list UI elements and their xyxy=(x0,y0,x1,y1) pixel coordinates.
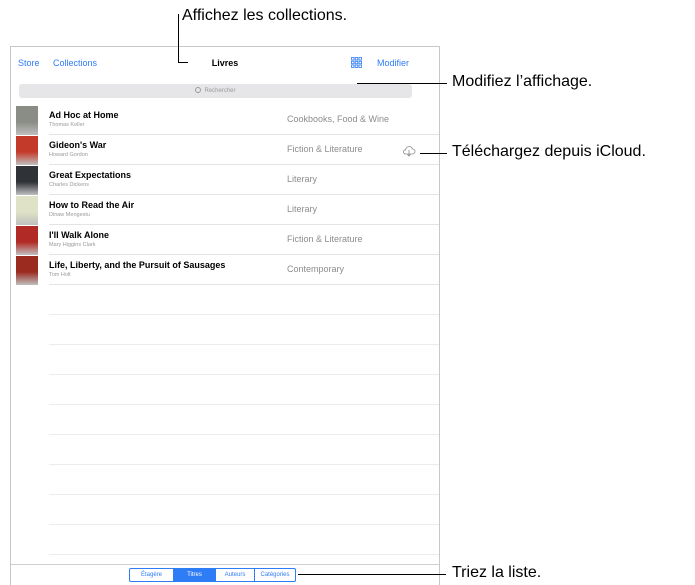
empty-row-separator xyxy=(49,314,439,315)
ibooks-screen: Store Collections Livres Modifier Recher… xyxy=(10,46,440,585)
book-category: Fiction & Literature xyxy=(287,234,363,244)
book-category: Cookbooks, Food & Wine xyxy=(287,114,390,124)
navigation-bar: Store Collections Livres Modifier xyxy=(11,47,439,79)
book-category: Fiction & Literature xyxy=(287,144,363,154)
sort-tab[interactable]: Catégories xyxy=(254,569,295,581)
book-cover xyxy=(16,136,38,165)
book-author: Thomas Keller xyxy=(49,122,85,128)
sort-tab[interactable]: Étagère xyxy=(130,569,173,581)
empty-row-separator xyxy=(49,434,439,435)
callout-line-icloud xyxy=(420,153,447,154)
book-category: Contemporary xyxy=(287,264,345,274)
callout-collections: Affichez les collections. xyxy=(182,7,348,24)
callout-tri: Triez la liste. xyxy=(452,564,542,581)
page-title: Livres xyxy=(211,58,239,68)
callout-affichage: Modifiez l’affichage. xyxy=(452,73,593,90)
callout-tick-collections xyxy=(178,62,188,63)
book-cover xyxy=(16,226,38,255)
book-author: Dinaw Mengestu xyxy=(49,212,90,218)
callout-icloud: Téléchargez depuis iCloud. xyxy=(452,143,646,160)
sort-segmented-control: Étagère Titres Auteurs Catégories xyxy=(129,568,296,582)
book-title: Great Expectations xyxy=(49,170,132,180)
search-icon xyxy=(195,87,202,93)
edit-button[interactable]: Modifier xyxy=(377,58,409,68)
table-row[interactable]: Ad Hoc at Home Thomas Keller Cookbooks, Fo… xyxy=(11,105,439,135)
callout-line-affichage xyxy=(357,83,447,84)
empty-row-separator xyxy=(49,554,439,555)
empty-row-separator xyxy=(49,344,439,345)
row-separator xyxy=(49,284,439,285)
callout-line-collections xyxy=(178,14,179,62)
book-title: How to Read the Air xyxy=(49,200,135,210)
icloud-download-icon[interactable] xyxy=(402,145,416,157)
empty-row-separator xyxy=(49,524,439,525)
book-title: I'll Walk Alone xyxy=(49,230,109,240)
empty-row-separator xyxy=(49,494,439,495)
search-placeholder: Rechercher xyxy=(204,88,236,94)
book-title: Ad Hoc at Home xyxy=(49,110,119,120)
book-cover xyxy=(16,256,38,285)
table-row[interactable]: Gideon's War Howard Gordon Fiction & Liter… xyxy=(11,135,439,165)
sort-tab[interactable]: Auteurs xyxy=(215,569,254,581)
book-author: Tom Holt xyxy=(49,272,71,278)
book-category: Literary xyxy=(287,174,318,184)
table-row[interactable]: Life, Liberty, and the Pursuit of Sausag… xyxy=(11,255,439,285)
table-row[interactable]: Great Expectations Charles Dickens Literar… xyxy=(11,165,439,195)
book-title: Life, Liberty, and the Pursuit of Sausag… xyxy=(49,260,226,270)
empty-row-separator xyxy=(49,464,439,465)
book-cover xyxy=(16,106,38,135)
table-row[interactable]: How to Read the Air Dinaw Mengestu Literar… xyxy=(11,195,439,225)
empty-row-separator xyxy=(49,404,439,405)
empty-row-separator xyxy=(49,374,439,375)
callout-line-tri xyxy=(298,574,446,575)
book-author: Charles Dickens xyxy=(49,182,90,188)
grid-view-icon[interactable] xyxy=(351,57,362,68)
book-cover xyxy=(16,196,38,225)
search-input[interactable]: Rechercher xyxy=(19,84,412,98)
table-row[interactable]: I'll Walk Alone Mary Higgins Clark Fiction… xyxy=(11,225,439,255)
sort-tab[interactable]: Titres xyxy=(173,569,215,581)
book-cover xyxy=(16,166,38,195)
book-author: Howard Gordon xyxy=(49,152,88,158)
book-author: Mary Higgins Clark xyxy=(49,242,96,248)
book-title: Gideon's War xyxy=(49,140,107,150)
book-category: Literary xyxy=(287,204,318,214)
